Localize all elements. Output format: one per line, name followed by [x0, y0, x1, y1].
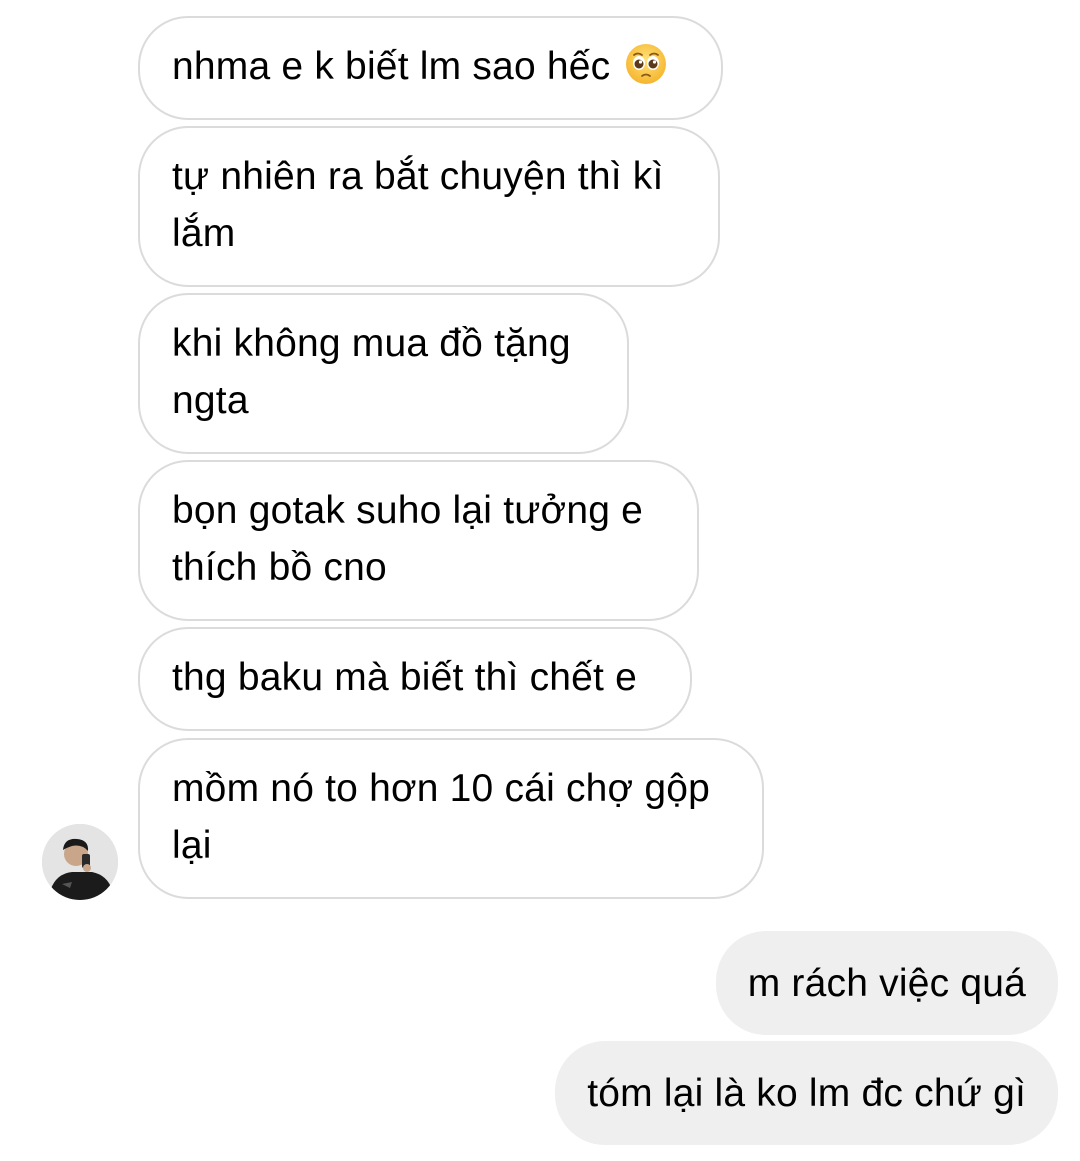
message-text: bọn gotak suho lại tưởng e thích bồ cno: [172, 489, 644, 589]
message-text: tóm lại là ko lm đc chứ gì: [587, 1072, 1026, 1115]
message-text: mồm nó to hơn 10 cái chợ gộp lại: [172, 767, 711, 867]
message-text: m rách việc quá: [747, 962, 1026, 1005]
incoming-message-bubble[interactable]: bọn gotak suho lại tưởng e thích bồ cno: [138, 460, 699, 621]
incoming-message-bubble[interactable]: thg baku mà biết thì chết e: [138, 627, 692, 731]
pleading-face-emoji-icon: [626, 44, 667, 84]
message-text: tự nhiên ra bắt chuyện thì kì lắm: [172, 155, 664, 255]
incoming-message-bubble[interactable]: khi không mua đồ tặng ngta: [138, 293, 629, 454]
outgoing-message-bubble[interactable]: tóm lại là ko lm đc chứ gì: [555, 1041, 1058, 1145]
outgoing-message-bubble[interactable]: m rách việc quá: [715, 931, 1058, 1035]
incoming-message-bubble[interactable]: mồm nó to hơn 10 cái chợ gộp lại: [138, 738, 764, 899]
message-text: thg baku mà biết thì chết e: [172, 656, 638, 699]
message-text: nhma e k biết lm sao hếc: [172, 45, 611, 88]
user-avatar-icon: [42, 824, 118, 900]
incoming-message-bubble[interactable]: nhma e k biết lm sao hếc: [138, 16, 723, 120]
sender-avatar[interactable]: [42, 824, 118, 900]
message-text: khi không mua đồ tặng ngta: [172, 322, 571, 422]
incoming-message-bubble[interactable]: tự nhiên ra bắt chuyện thì kì lắm: [138, 126, 720, 287]
